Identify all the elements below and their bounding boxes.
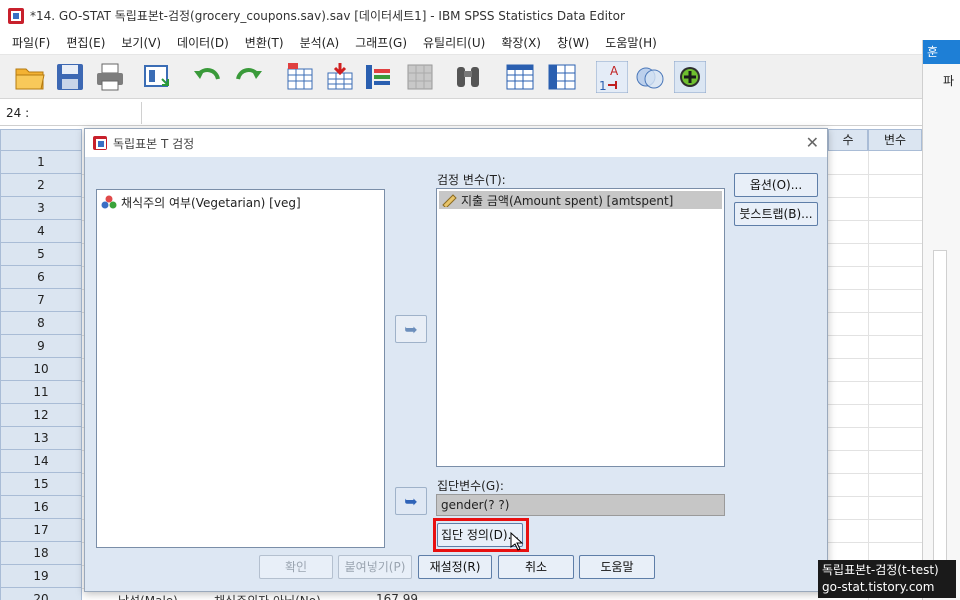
menu-help[interactable]: 도움말(H) xyxy=(597,31,665,55)
row-header[interactable]: 3 xyxy=(0,197,82,220)
move-to-test-button[interactable]: ➥ xyxy=(395,315,427,343)
menu-transform[interactable]: 변환(T) xyxy=(237,31,292,55)
row-header[interactable]: 6 xyxy=(0,266,82,289)
ruler xyxy=(933,250,947,590)
scale-variable-icon xyxy=(442,194,457,207)
menu-analyze[interactable]: 분석(A) xyxy=(292,31,348,55)
menu-utilities[interactable]: 유틸리티(U) xyxy=(415,31,493,55)
open-folder-icon[interactable] xyxy=(14,61,46,93)
side-panel: 훈 파 xyxy=(922,40,960,600)
independent-t-test-dialog: 독립표본 T 검정 ✕ 채식주의 여부(Vegetarian) [veg] 검정… xyxy=(84,128,828,592)
side-panel-tab[interactable]: 훈 xyxy=(923,40,960,64)
side-panel-label: 파 xyxy=(943,74,955,88)
arrow-left-icon: ➥ xyxy=(404,491,418,511)
menu-edit[interactable]: 편집(E) xyxy=(58,31,113,55)
list-item[interactable]: 채식주의 여부(Vegetarian) [veg] xyxy=(101,194,301,210)
menu-graphs[interactable]: 그래프(G) xyxy=(347,31,415,55)
row-header[interactable]: 15 xyxy=(0,473,82,496)
menu-view[interactable]: 보기(V) xyxy=(113,31,169,55)
grouping-variable-field[interactable]: gender(? ?) xyxy=(436,494,725,516)
row-header[interactable]: 9 xyxy=(0,335,82,358)
goto-case-icon[interactable] xyxy=(284,61,316,93)
watermark-line1: 독립표본t-검정(t-test) xyxy=(822,563,939,577)
dialog-title-bar: 독립표본 T 검정 ✕ xyxy=(85,129,827,157)
window-title-bar: *14. GO-STAT 독립표본t-검정(grocery_coupons.sa… xyxy=(0,0,922,31)
row-header[interactable]: 2 xyxy=(0,174,82,197)
redo-icon[interactable] xyxy=(232,61,264,93)
menu-window[interactable]: 창(W) xyxy=(549,31,597,55)
source-variable-list[interactable]: 채식주의 여부(Vegetarian) [veg] xyxy=(96,189,385,548)
row-header[interactable]: 4 xyxy=(0,220,82,243)
column-header[interactable]: 수 xyxy=(828,129,868,151)
cursor-icon xyxy=(510,531,524,551)
row-header[interactable]: 14 xyxy=(0,450,82,473)
row-header[interactable]: 16 xyxy=(0,496,82,519)
window-title: *14. GO-STAT 독립표본t-검정(grocery_coupons.sa… xyxy=(30,9,625,23)
cell-gender[interactable]: 남성(Male) xyxy=(118,592,178,600)
row-header[interactable]: 13 xyxy=(0,427,82,450)
svg-text:A: A xyxy=(610,64,619,78)
row-header[interactable]: 12 xyxy=(0,404,82,427)
dialog-title: 독립표본 T 검정 xyxy=(113,136,195,151)
list-item[interactable]: 지출 금액(Amount spent) [amtspent] xyxy=(439,191,722,209)
arrow-left-icon: ➥ xyxy=(404,319,418,339)
print-icon[interactable] xyxy=(94,61,126,93)
svg-text:1: 1 xyxy=(599,79,607,93)
grouping-variable-label: 집단변수(G): xyxy=(437,479,504,493)
binoculars-icon[interactable] xyxy=(452,61,484,93)
find-disabled-icon[interactable] xyxy=(404,61,436,93)
spss-app-icon xyxy=(93,136,107,150)
cell-veg[interactable]: 채식주의자 아님(No) xyxy=(214,592,321,600)
row-header[interactable]: 20 xyxy=(0,588,82,600)
cell-reference-bar: 24 : xyxy=(0,100,922,126)
menu-data[interactable]: 데이터(D) xyxy=(169,31,237,55)
row-header[interactable]: 19 xyxy=(0,565,82,588)
test-variables-label: 검정 변수(T): xyxy=(437,173,506,187)
row-header[interactable]: 17 xyxy=(0,519,82,542)
watermark-line2: go-stat.tistory.com xyxy=(822,580,935,594)
spss-app-icon xyxy=(8,7,24,24)
cancel-button[interactable]: 취소 xyxy=(498,555,574,579)
ok-button[interactable]: 확인 xyxy=(259,555,333,579)
nominal-variable-icon xyxy=(101,195,117,209)
menu-extensions[interactable]: 확장(X) xyxy=(493,31,549,55)
cell-reference[interactable]: 24 : xyxy=(2,102,142,124)
move-to-group-button[interactable]: ➥ xyxy=(395,487,427,515)
undo-icon[interactable] xyxy=(192,61,224,93)
row-header[interactable]: 5 xyxy=(0,243,82,266)
goto-variable-icon[interactable] xyxy=(324,61,356,93)
value-labels-icon[interactable]: A1 xyxy=(596,61,628,93)
test-variables-list[interactable]: 지출 금액(Amount spent) [amtspent] xyxy=(436,188,725,467)
use-sets-icon[interactable] xyxy=(634,61,666,93)
insert-cases-icon[interactable] xyxy=(504,61,536,93)
row-header[interactable]: 18 xyxy=(0,542,82,565)
options-button[interactable]: 옵션(O)... xyxy=(734,173,818,197)
row-header[interactable]: 8 xyxy=(0,312,82,335)
column-header[interactable]: 변수 xyxy=(868,129,922,151)
toolbar: A1 xyxy=(0,55,922,99)
help-button[interactable]: 도움말 xyxy=(579,555,655,579)
menu-file[interactable]: 파일(F) xyxy=(4,31,58,55)
menu-bar: 파일(F) 편집(E) 보기(V) 데이터(D) 변환(T) 분석(A) 그래프… xyxy=(0,31,922,55)
row-header[interactable]: 7 xyxy=(0,289,82,312)
row-header[interactable]: 10 xyxy=(0,358,82,381)
row-header[interactable]: 11 xyxy=(0,381,82,404)
close-icon[interactable]: ✕ xyxy=(806,133,819,152)
insert-variable-icon[interactable] xyxy=(546,61,578,93)
variables-icon[interactable] xyxy=(362,61,394,93)
row-header[interactable]: 1 xyxy=(0,151,82,174)
add-spell-icon[interactable] xyxy=(674,61,706,93)
corner-header[interactable] xyxy=(0,129,82,151)
save-icon[interactable] xyxy=(54,61,86,93)
bootstrap-button[interactable]: 붓스트랩(B)... xyxy=(734,202,818,226)
dialog-recall-icon[interactable] xyxy=(142,61,174,93)
paste-button[interactable]: 붙여넣기(P) xyxy=(338,555,412,579)
watermark: 독립표본t-검정(t-test) go-stat.tistory.com xyxy=(818,560,956,598)
cell-amtspent[interactable]: 167.99 xyxy=(376,592,418,600)
reset-button[interactable]: 재설정(R) xyxy=(418,555,492,579)
